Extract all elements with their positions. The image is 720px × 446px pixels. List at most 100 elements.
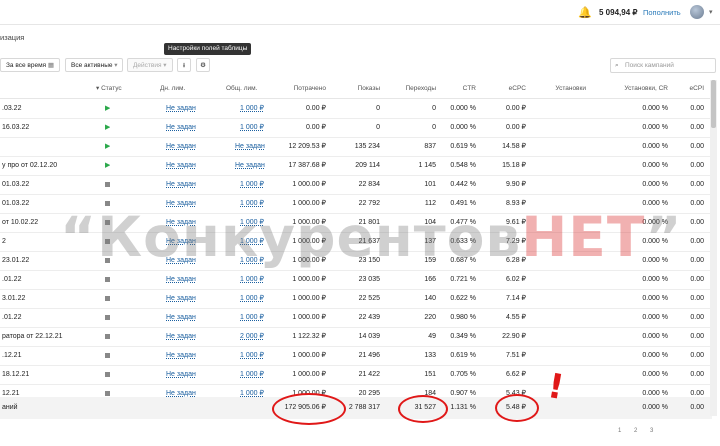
total-limit-link[interactable]: 1 000 ₽ xyxy=(240,194,264,213)
campaign-name[interactable]: .03.22 xyxy=(2,99,90,118)
day-limit-link[interactable]: Не задан xyxy=(166,156,196,175)
day-limit-link[interactable]: Не задан xyxy=(166,308,196,327)
stop-icon[interactable] xyxy=(105,200,110,206)
day-limit-link[interactable]: Не задан xyxy=(166,118,196,137)
topup-link[interactable]: Пополнить xyxy=(643,8,681,17)
install-cr-column-header[interactable]: Установки, CR xyxy=(610,80,668,98)
stop-icon[interactable] xyxy=(105,238,110,244)
campaign-name[interactable]: у про от 02.12.20 xyxy=(2,156,90,175)
stop-icon[interactable] xyxy=(105,352,110,358)
avatar[interactable] xyxy=(690,5,704,19)
stop-icon[interactable] xyxy=(105,295,110,301)
total-limit-link[interactable]: 1 000 ₽ xyxy=(240,175,264,194)
table-row[interactable]: 3.01.22 Не задан 1 000 ₽ 1 000.00 ₽ 22 525 14… xyxy=(0,289,712,309)
page-button[interactable]: 1 xyxy=(618,428,621,434)
table-row[interactable]: ратора от 22.12.21 Не задан 2 000 ₽ 1 122.3… xyxy=(0,327,712,347)
page-button[interactable]: 3 xyxy=(650,428,653,434)
campaign-name[interactable]: 16.03.22 xyxy=(2,118,90,137)
table-row[interactable]: у про от 02.12.20 ▶ Не задан Не задан 17 387… xyxy=(0,156,712,176)
day-limit-link[interactable]: Не задан xyxy=(166,175,196,194)
total-limit-column-header[interactable]: Общ. лим. xyxy=(226,80,257,98)
actions-select[interactable]: Действия ▾ xyxy=(127,58,173,72)
table-row[interactable]: .01.22 Не задан 1 000 ₽ 1 000.00 ₽ 22 439 220… xyxy=(0,308,712,328)
campaign-name[interactable]: 18.12.21 xyxy=(2,365,90,384)
day-limit-link[interactable]: Не задан xyxy=(166,137,196,156)
campaign-name[interactable]: 3.01.22 xyxy=(2,289,90,308)
campaign-name[interactable]: ратора от 22.12.21 xyxy=(2,327,90,346)
total-limit-link[interactable]: 1 000 ₽ xyxy=(240,289,264,308)
stop-icon[interactable] xyxy=(105,181,110,187)
day-limit-link[interactable]: Не задан xyxy=(166,194,196,213)
scrollbar-thumb[interactable] xyxy=(711,80,716,128)
table-row[interactable]: 01.03.22 Не задан 1 000 ₽ 1 000.00 ₽ 22 792 1… xyxy=(0,194,712,214)
installs-column-header[interactable]: Установки xyxy=(540,80,586,98)
table-row[interactable]: .12.21 Не задан 1 000 ₽ 1 000.00 ₽ 21 496 133… xyxy=(0,346,712,366)
ecpi-column-header[interactable]: eCPI xyxy=(674,80,704,98)
campaign-name[interactable]: 23.01.22 xyxy=(2,251,90,270)
total-limit-link[interactable]: 1 000 ₽ xyxy=(240,365,264,384)
total-limit-link[interactable]: 1 000 ₽ xyxy=(240,270,264,289)
status-column-header[interactable]: ▾ Статус xyxy=(96,80,122,98)
campaign-name[interactable]: 2 xyxy=(2,232,90,251)
stop-icon[interactable] xyxy=(105,276,110,282)
table-row[interactable]: 23.01.22 Не задан 1 000 ₽ 1 000.00 ₽ 23 150 1… xyxy=(0,251,712,271)
table-row[interactable]: .03.22 ▶ Не задан 1 000 ₽ 0.00 ₽ 0 0 0.000 % 0.0… xyxy=(0,99,712,119)
spent-column-header[interactable]: Потрачено xyxy=(276,80,326,98)
play-icon[interactable]: ▶ xyxy=(105,105,110,112)
stop-icon[interactable] xyxy=(105,371,110,377)
table-scrollbar[interactable] xyxy=(710,80,717,416)
total-limit-link[interactable]: 1 000 ₽ xyxy=(240,308,264,327)
table-row[interactable]: 18.12.21 Не задан 1 000 ₽ 1 000.00 ₽ 21 422 1… xyxy=(0,365,712,385)
ctr-column-header[interactable]: CTR xyxy=(440,80,476,98)
total-limit-link[interactable]: 1 000 ₽ xyxy=(240,118,264,137)
stop-icon[interactable] xyxy=(105,314,110,320)
search-input[interactable]: ⌕ Поиск кампаний xyxy=(610,58,716,73)
stop-icon[interactable] xyxy=(105,390,110,396)
total-limit-link[interactable]: 2 000 ₽ xyxy=(240,327,264,346)
campaign-name[interactable] xyxy=(2,137,90,156)
day-limit-link[interactable]: Не задан xyxy=(166,99,196,118)
period-button[interactable]: За все время ▦ xyxy=(0,58,60,72)
filter-select[interactable]: Все активные ▾ xyxy=(65,58,123,72)
total-limit-link[interactable]: Не задан xyxy=(235,156,265,175)
day-limit-link[interactable]: Не задан xyxy=(166,346,196,365)
ecpc-column-header[interactable]: eCPC xyxy=(488,80,526,98)
table-settings-button[interactable]: ⚙ xyxy=(196,58,210,72)
table-row[interactable]: .01.22 Не задан 1 000 ₽ 1 000.00 ₽ 23 035 166… xyxy=(0,270,712,290)
download-button[interactable]: ⭳ xyxy=(177,58,191,72)
play-icon[interactable]: ▶ xyxy=(105,124,110,131)
page-button[interactable]: 2 xyxy=(634,428,637,434)
day-limit-link[interactable]: Не задан xyxy=(166,365,196,384)
campaign-name[interactable]: от 10.02.22 xyxy=(2,213,90,232)
total-limit-link[interactable]: 1 000 ₽ xyxy=(240,99,264,118)
stop-icon[interactable] xyxy=(105,257,110,263)
day-limit-link[interactable]: Не задан xyxy=(166,327,196,346)
campaign-name[interactable]: .12.21 xyxy=(2,346,90,365)
day-limit-link[interactable]: Не задан xyxy=(166,232,196,251)
campaign-name[interactable]: .01.22 xyxy=(2,270,90,289)
day-limit-link[interactable]: Не задан xyxy=(166,289,196,308)
total-limit-link[interactable]: 1 000 ₽ xyxy=(240,251,264,270)
clicks-column-header[interactable]: Переходы xyxy=(390,80,437,98)
day-limit-link[interactable]: Не задан xyxy=(166,270,196,289)
stop-icon[interactable] xyxy=(105,219,110,225)
day-limit-column-header[interactable]: Дн. лим. xyxy=(160,80,185,98)
impressions-column-header[interactable]: Показы xyxy=(330,80,380,98)
table-row[interactable]: ▶ Не задан Не задан 12 209.53 ₽ 135 234 837 0.… xyxy=(0,137,712,157)
campaign-name[interactable]: 01.03.22 xyxy=(2,175,90,194)
stop-icon[interactable] xyxy=(105,333,110,339)
total-limit-link[interactable]: Не задан xyxy=(235,137,265,156)
day-limit-link[interactable]: Не задан xyxy=(166,213,196,232)
table-row[interactable]: 2 Не задан 1 000 ₽ 1 000.00 ₽ 21 637 137 0.633… xyxy=(0,232,712,252)
total-limit-link[interactable]: 1 000 ₽ xyxy=(240,232,264,251)
chevron-down-icon[interactable]: ▾ xyxy=(709,8,713,16)
campaign-name[interactable]: .01.22 xyxy=(2,308,90,327)
bell-icon[interactable]: 🔔 xyxy=(578,6,592,19)
total-limit-link[interactable]: 1 000 ₽ xyxy=(240,346,264,365)
table-row[interactable]: 16.03.22 ▶ Не задан 1 000 ₽ 0.00 ₽ 0 0 0.000 % 0… xyxy=(0,118,712,138)
play-icon[interactable]: ▶ xyxy=(105,162,110,169)
total-limit-link[interactable]: 1 000 ₽ xyxy=(240,213,264,232)
campaign-name[interactable]: 01.03.22 xyxy=(2,194,90,213)
play-icon[interactable]: ▶ xyxy=(105,143,110,150)
day-limit-link[interactable]: Не задан xyxy=(166,251,196,270)
